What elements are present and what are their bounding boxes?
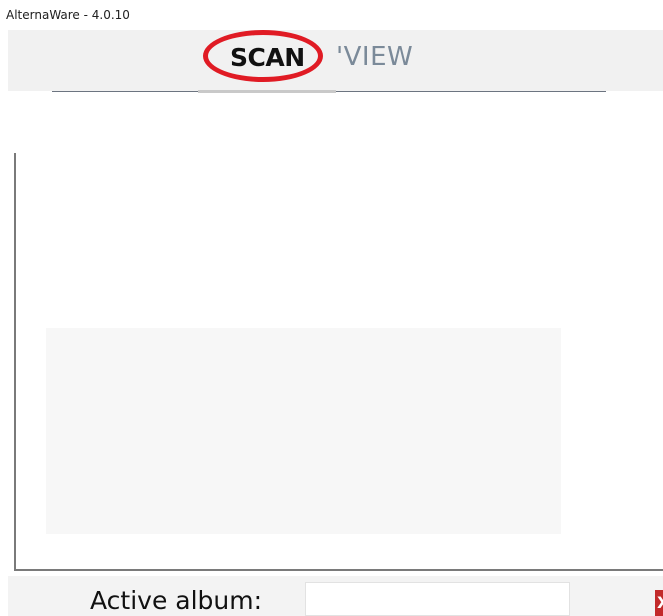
close-icon[interactable]: X [655,590,663,616]
window-title: AlternaWare - 4.0.10 [6,8,130,22]
active-album-label: Active album: [90,586,263,615]
active-album-field[interactable] [305,582,570,616]
scan-preview-area[interactable] [46,328,561,534]
active-tab-indicator [198,90,336,93]
tab-strip: SCAN 'VIEW [8,30,663,91]
tab-view[interactable]: 'VIEW [336,40,413,74]
tab-scan[interactable]: SCAN [230,40,305,74]
